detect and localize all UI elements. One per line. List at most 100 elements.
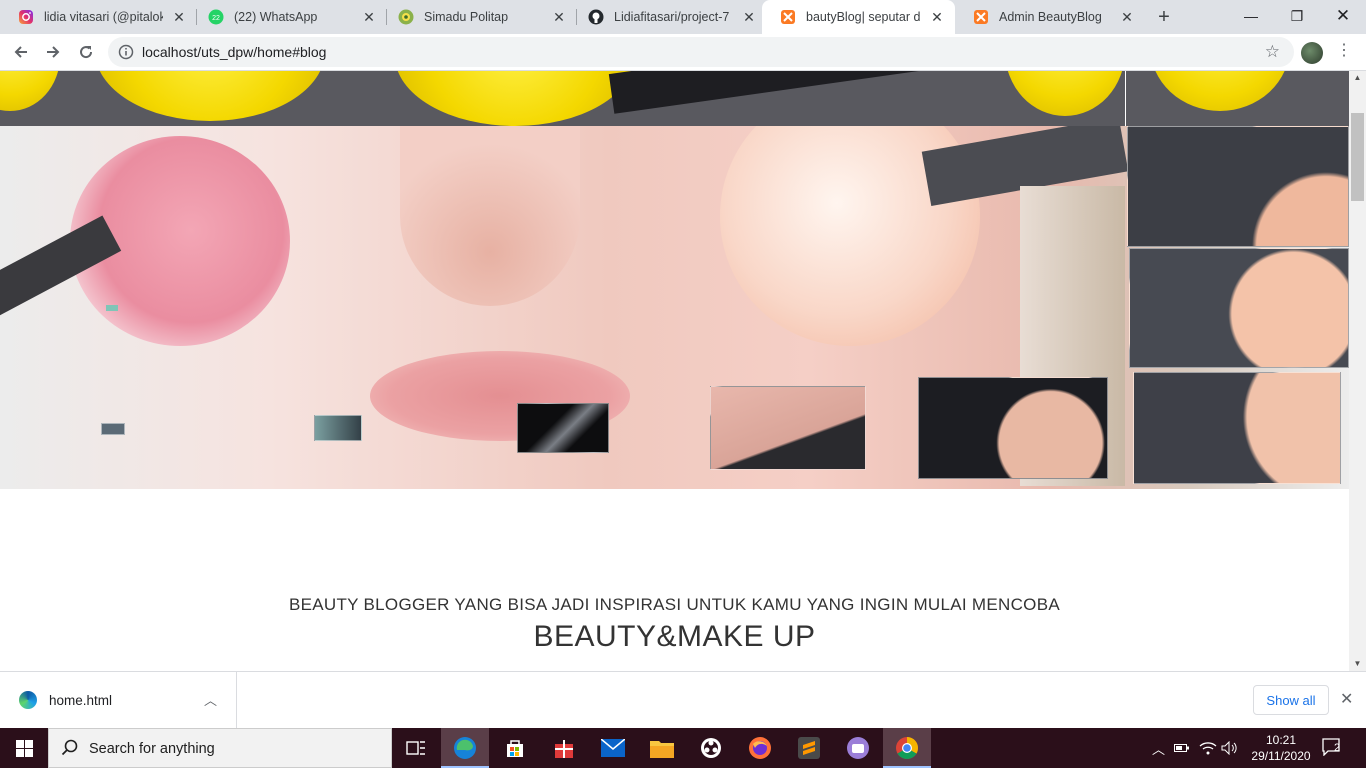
tab-title: Lidiafitasari/project-7: [614, 10, 730, 24]
search-placeholder: Search for anything: [89, 741, 215, 757]
close-tab-icon[interactable]: ✕: [361, 9, 377, 25]
clock-date: 29/11/2020: [1251, 749, 1311, 763]
palette-pan: [0, 71, 60, 111]
url-text: localhost/uts_dpw/home#blog: [142, 44, 327, 60]
menu-kebab-icon[interactable]: ⋮: [1336, 40, 1352, 64]
tab-simadu[interactable]: Simadu Politap ✕: [380, 0, 577, 34]
scroll-down-icon[interactable]: ▼: [1349, 657, 1366, 671]
mail-icon[interactable]: [589, 728, 637, 768]
palette-tile: [1127, 126, 1349, 247]
instagram-icon: [18, 9, 34, 25]
back-button[interactable]: [8, 39, 34, 65]
download-file-name: home.html: [49, 693, 113, 708]
hero-makeup-image: [0, 126, 1349, 489]
notification-count: 2: [1334, 742, 1341, 754]
palette-tile: [517, 403, 609, 453]
palette-banner-image: [0, 71, 1349, 126]
chevron-up-icon[interactable]: ︿: [204, 690, 217, 709]
nose-shape: [400, 126, 580, 306]
clock-time: 10:21: [1265, 733, 1297, 747]
palette-tile: [101, 423, 125, 435]
page-viewport: BEAUTY BLOGGER YANG BISA JADI INSPIRASI …: [0, 71, 1349, 671]
volume-icon[interactable]: [1221, 728, 1239, 768]
edge-icon[interactable]: [441, 728, 489, 768]
new-tab-button[interactable]: +: [1153, 6, 1175, 28]
tab-title: Admin BeautyBlog: [999, 10, 1102, 24]
scroll-up-icon[interactable]: ▲: [1349, 71, 1366, 85]
palette-pan: [95, 71, 325, 121]
address-bar[interactable]: localhost/uts_dpw/home#blog ☆: [108, 37, 1294, 67]
arrow-left-icon: [14, 46, 27, 58]
page-scrollbar[interactable]: ▲ ▼: [1349, 71, 1366, 671]
tab-github[interactable]: Lidiafitasari/project-7 ✕: [570, 0, 767, 34]
palette-pan: [1005, 71, 1125, 116]
start-button[interactable]: [0, 728, 48, 768]
close-tab-icon[interactable]: ✕: [1119, 9, 1135, 25]
palette-pan: [395, 71, 635, 126]
search-icon: [61, 739, 78, 756]
close-icon[interactable]: ✕: [1340, 689, 1353, 709]
blog-headline: BEAUTY&MAKE UP: [533, 620, 816, 653]
palette-tile: [106, 305, 118, 311]
tab-admin-beautyblog[interactable]: Admin BeautyBlog ✕: [955, 0, 1145, 34]
browser-toolbar: localhost/uts_dpw/home#blog ☆ ⋮: [0, 34, 1366, 71]
tab-title: lidia vitasari (@pitaloka: [44, 10, 163, 24]
reload-icon: [80, 46, 93, 59]
firefox-icon[interactable]: [736, 728, 784, 768]
politap-logo-icon: [398, 9, 414, 25]
xampp-icon: [973, 9, 989, 25]
windows-taskbar: Search for anything ︿ 10:21 29/11/2020 2: [0, 728, 1366, 768]
taskbar-search-input[interactable]: Search for anything: [48, 728, 392, 768]
whatsapp-badge: 22: [212, 15, 220, 22]
whatsapp-icon: 22: [208, 9, 224, 25]
github-icon: [588, 9, 604, 25]
show-hidden-icons-chevron[interactable]: ︿: [1152, 728, 1165, 768]
download-shelf: home.html ︿ Show all ✕: [0, 671, 1366, 728]
windows-logo-icon: [15, 739, 33, 757]
palette-tile: [710, 386, 866, 470]
palette-tile: [1129, 248, 1349, 368]
edge-file-icon: [19, 691, 37, 709]
reload-button[interactable]: [73, 39, 99, 65]
notification-center-icon[interactable]: 2: [1322, 738, 1346, 758]
battery-icon[interactable]: [1174, 728, 1190, 768]
chrome-icon[interactable]: [883, 728, 931, 768]
tab-whatsapp[interactable]: 22 (22) WhatsApp ✕: [190, 0, 387, 34]
profile-avatar[interactable]: [1301, 42, 1323, 64]
browser-tab-strip: lidia vitasari (@pitaloka ✕ 22 (22) What…: [0, 0, 1366, 34]
forward-button[interactable]: [40, 39, 66, 65]
download-item[interactable]: home.html ︿: [0, 672, 237, 728]
close-tab-icon[interactable]: ✕: [741, 9, 757, 25]
file-explorer-icon[interactable]: [638, 728, 686, 768]
tab-title: bautyBlog| seputar dun: [806, 10, 921, 24]
close-window-button[interactable]: ✕: [1320, 0, 1366, 32]
app-icon[interactable]: [834, 728, 882, 768]
wifi-icon[interactable]: [1199, 728, 1217, 768]
tab-title: Simadu Politap: [424, 10, 509, 24]
close-tab-icon[interactable]: ✕: [929, 9, 945, 25]
system-clock[interactable]: 10:21 29/11/2020: [1246, 732, 1316, 764]
palette-tile: [314, 415, 362, 441]
sublime-text-icon[interactable]: [785, 728, 833, 768]
gift-icon[interactable]: [540, 728, 588, 768]
store-icon[interactable]: [491, 728, 539, 768]
obs-icon[interactable]: [687, 728, 735, 768]
close-tab-icon[interactable]: ✕: [171, 9, 187, 25]
tab-beautyblog[interactable]: bautyBlog| seputar dun ✕: [762, 0, 955, 34]
brush-handle: [608, 71, 942, 114]
close-tab-icon[interactable]: ✕: [551, 9, 567, 25]
tab-title: (22) WhatsApp: [234, 10, 318, 24]
tab-instagram[interactable]: lidia vitasari (@pitaloka ✕: [0, 0, 197, 34]
show-all-button[interactable]: Show all: [1253, 685, 1329, 715]
arrow-right-icon: [47, 46, 60, 58]
minimize-button[interactable]: —: [1228, 0, 1274, 32]
bookmark-star-icon[interactable]: ☆: [1265, 42, 1280, 62]
blog-subheadline: BEAUTY BLOGGER YANG BISA JADI INSPIRASI …: [289, 595, 1060, 614]
info-icon[interactable]: [118, 44, 134, 60]
palette-tile: [918, 377, 1108, 479]
palette-pan: [1150, 71, 1290, 111]
tile-divider: [1125, 71, 1126, 126]
restore-button[interactable]: ❐: [1274, 0, 1320, 32]
task-view-icon[interactable]: [392, 728, 440, 768]
scrollbar-thumb[interactable]: [1351, 113, 1364, 201]
